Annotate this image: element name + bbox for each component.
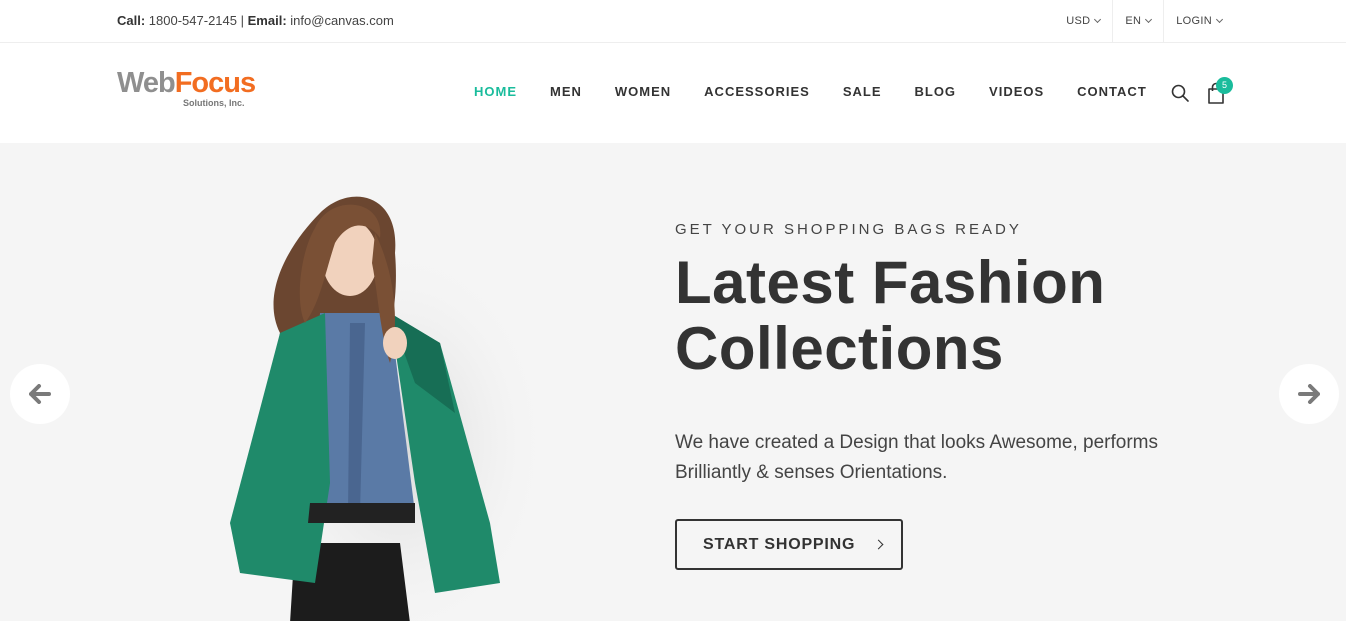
login-dropdown[interactable]: LOGIN	[1163, 0, 1234, 42]
login-label: LOGIN	[1176, 15, 1212, 27]
call-value[interactable]: 1800-547-2145	[149, 13, 237, 28]
cart-count-badge: 5	[1216, 77, 1233, 94]
language-dropdown[interactable]: EN	[1112, 0, 1163, 42]
logo-focus-text: Focus	[174, 67, 256, 99]
search-icon	[1171, 84, 1189, 102]
language-label: EN	[1125, 15, 1142, 27]
chevron-down-icon	[1215, 15, 1224, 24]
nav-women[interactable]: WOMEN	[615, 84, 671, 99]
primary-nav: HOME MEN WOMEN ACCESSORIES SALE BLOG VID…	[474, 84, 1180, 99]
nav-accessories[interactable]: ACCESSORIES	[704, 84, 810, 99]
slider-next-button[interactable]	[1279, 364, 1339, 424]
main-header: WebFocus Solutions, Inc. HOME MEN WOMEN …	[0, 43, 1346, 143]
contact-info: Call: 1800-547-2145 | Email: info@canvas…	[117, 13, 394, 28]
chevron-down-icon	[1094, 15, 1102, 24]
search-button[interactable]	[1170, 83, 1190, 103]
fashion-model-image	[230, 196, 540, 621]
contact-separator: |	[240, 13, 245, 28]
logo-subtitle: Solutions, Inc.	[183, 98, 245, 108]
email-value[interactable]: info@canvas.com	[290, 13, 394, 28]
hero-description: We have created a Design that looks Awes…	[675, 432, 1158, 483]
logo[interactable]: WebFocus Solutions, Inc.	[117, 67, 256, 112]
arrow-right-icon	[1298, 384, 1320, 404]
hero-eyebrow: GET YOUR SHOPPING BAGS READY	[675, 221, 1022, 238]
logo-web-text: Web	[117, 67, 176, 99]
nav-contact[interactable]: CONTACT	[1077, 84, 1147, 99]
currency-label: USD	[1066, 15, 1091, 27]
email-label: Email:	[247, 13, 287, 28]
currency-dropdown[interactable]: USD	[1054, 0, 1112, 42]
hero-slider: GET YOUR SHOPPING BAGS READY Latest Fash…	[0, 143, 1346, 621]
chevron-down-icon	[1145, 15, 1153, 24]
chevron-right-icon	[873, 539, 884, 550]
top-bar-menu: USD EN LOGIN	[1054, 0, 1234, 42]
nav-blog[interactable]: BLOG	[914, 84, 956, 99]
nav-home[interactable]: HOME	[474, 84, 517, 99]
arrow-left-icon	[29, 384, 51, 404]
hero-caption: GET YOUR SHOPPING BAGS READY Latest Fash…	[675, 221, 1195, 488]
top-bar: Call: 1800-547-2145 | Email: info@canvas…	[0, 0, 1346, 43]
nav-men[interactable]: MEN	[550, 84, 582, 99]
start-shopping-button[interactable]: START SHOPPING	[675, 519, 903, 570]
start-shopping-label: START SHOPPING	[703, 535, 856, 553]
logo-wordmark: WebFocus	[117, 67, 256, 99]
hero-headline: Latest Fashion Collections	[675, 249, 1106, 382]
slider-prev-button[interactable]	[10, 364, 70, 424]
nav-sale[interactable]: SALE	[843, 84, 882, 99]
nav-videos[interactable]: VIDEOS	[989, 84, 1044, 99]
call-label: Call:	[117, 13, 146, 28]
